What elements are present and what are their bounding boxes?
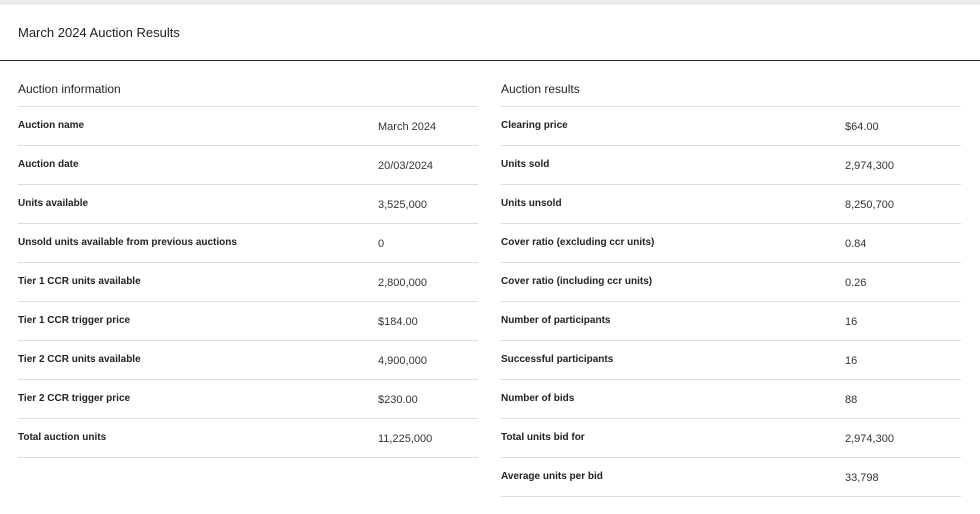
row-value: 2,974,300 xyxy=(845,160,894,172)
auction-results-table: Clearing price $64.00 Units sold 2,974,3… xyxy=(501,107,961,497)
auction-results-section: Auction results Clearing price $64.00 Un… xyxy=(501,61,961,497)
info-row-tier1-ccr-trigger: Tier 1 CCR trigger price $184.00 xyxy=(18,302,478,341)
info-row-tier2-ccr-trigger: Tier 2 CCR trigger price $230.00 xyxy=(18,380,478,419)
result-row-cover-ratio-including: Cover ratio (including ccr units) 0.26 xyxy=(501,263,961,302)
result-row-number-of-participants: Number of participants 16 xyxy=(501,302,961,341)
row-value: 3,525,000 xyxy=(378,199,427,211)
result-row-average-units-per-bid: Average units per bid 33,798 xyxy=(501,458,961,497)
info-row-auction-name: Auction name March 2024 xyxy=(18,107,478,146)
result-row-successful-participants: Successful participants 16 xyxy=(501,341,961,380)
info-row-auction-date: Auction date 20/03/2024 xyxy=(18,146,478,185)
row-label: Units sold xyxy=(501,159,550,170)
result-row-total-units-bid-for: Total units bid for 2,974,300 xyxy=(501,419,961,458)
result-row-cover-ratio-excluding: Cover ratio (excluding ccr units) 0.84 xyxy=(501,224,961,263)
result-row-clearing-price: Clearing price $64.00 xyxy=(501,107,961,146)
row-value: 20/03/2024 xyxy=(378,160,434,172)
result-row-number-of-bids: Number of bids 88 xyxy=(501,380,961,419)
row-label: Unsold units available from previous auc… xyxy=(18,237,237,248)
row-value: $184.00 xyxy=(378,316,418,328)
row-value: 8,250,700 xyxy=(845,199,894,211)
row-label: Successful participants xyxy=(501,354,614,365)
info-row-unsold-units-previous: Unsold units available from previous auc… xyxy=(18,224,478,263)
result-row-units-sold: Units sold 2,974,300 xyxy=(501,146,961,185)
row-value: 88 xyxy=(845,394,858,406)
row-label: Tier 2 CCR units available xyxy=(18,354,141,365)
row-label: Total auction units xyxy=(18,432,107,443)
row-value: 2,800,000 xyxy=(378,277,427,289)
row-label: Tier 1 CCR trigger price xyxy=(18,315,131,326)
result-row-units-unsold: Units unsold 8,250,700 xyxy=(501,185,961,224)
row-value: 33,798 xyxy=(845,472,879,484)
row-value: 0 xyxy=(378,238,385,250)
row-value: 11,225,000 xyxy=(378,433,433,445)
row-label: Tier 2 CCR trigger price xyxy=(18,393,131,404)
row-value: 0.26 xyxy=(845,277,867,289)
row-label: Total units bid for xyxy=(501,432,585,443)
row-label: Auction date xyxy=(18,159,79,170)
row-label: Units unsold xyxy=(501,198,562,209)
row-value: $64.00 xyxy=(845,121,879,133)
page-title: March 2024 Auction Results xyxy=(18,25,180,40)
auction-information-section: Auction information Auction name March 2… xyxy=(18,61,478,458)
row-label: Tier 1 CCR units available xyxy=(18,276,141,287)
auction-information-table: Auction name March 2024 Auction date 20/… xyxy=(18,107,478,458)
info-row-total-auction-units: Total auction units 11,225,000 xyxy=(18,419,478,458)
row-value: $230.00 xyxy=(378,394,418,406)
row-value: 16 xyxy=(845,355,858,367)
row-value: 2,974,300 xyxy=(845,433,894,445)
info-row-units-available: Units available 3,525,000 xyxy=(18,185,478,224)
auction-information-heading: Auction information xyxy=(18,61,478,107)
row-label: Number of participants xyxy=(501,315,611,326)
auction-results-heading: Auction results xyxy=(501,61,961,107)
info-row-tier1-ccr-units: Tier 1 CCR units available 2,800,000 xyxy=(18,263,478,302)
page-header: March 2024 Auction Results xyxy=(0,5,980,61)
info-row-tier2-ccr-units: Tier 2 CCR units available 4,900,000 xyxy=(18,341,478,380)
row-value: 4,900,000 xyxy=(378,355,427,367)
row-label: Number of bids xyxy=(501,393,575,404)
row-label: Cover ratio (including ccr units) xyxy=(501,276,653,287)
row-value: 0.84 xyxy=(845,238,867,250)
row-label: Auction name xyxy=(18,120,85,131)
row-label: Units available xyxy=(18,198,89,209)
row-value: March 2024 xyxy=(378,121,437,133)
row-label: Cover ratio (excluding ccr units) xyxy=(501,237,655,248)
row-label: Average units per bid xyxy=(501,471,603,482)
row-label: Clearing price xyxy=(501,120,568,131)
row-value: 16 xyxy=(845,316,858,328)
